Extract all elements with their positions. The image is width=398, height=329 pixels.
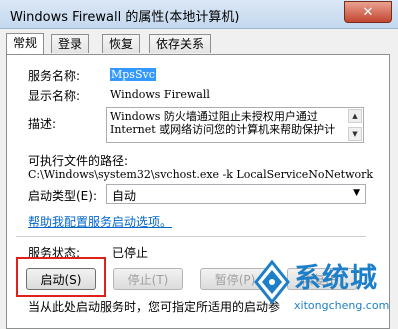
tab-general[interactable]: 常规 xyxy=(6,33,45,54)
service-status-value: 已停止 xyxy=(112,246,149,260)
display-name-value[interactable]: Windows Firewall xyxy=(110,88,210,101)
chevron-down-icon: ▼ xyxy=(353,188,360,198)
tab-logon[interactable]: 登录 xyxy=(51,34,90,53)
description-box[interactable]: Windows 防火墙通过阻止未授权用户通过 Internet 或网络访问您的计… xyxy=(106,107,364,143)
divider xyxy=(16,236,366,237)
display-name-label: 显示名称: xyxy=(28,89,81,103)
description-line-2: Internet 或网络访问您的计算机来帮助保护计 xyxy=(110,123,336,136)
watermark: 系统城 xitongcheng.com xyxy=(252,258,398,323)
stop-button[interactable]: 停止(T) xyxy=(113,268,183,290)
footer-hint-text: 当从此处启动服务时，您可指定所适用的启动参 xyxy=(28,300,281,314)
watermark-url: xitongcheng.com xyxy=(294,299,390,312)
window-title: Windows Firewall 的属性(本地计算机) xyxy=(10,10,240,25)
description-line-1: Windows 防火墙通过阻止未授权用户通过 xyxy=(110,110,318,123)
scroll-down-icon[interactable]: ▼ xyxy=(348,127,362,141)
title-bar: Windows Firewall 的属性(本地计算机) ✕ xyxy=(0,0,398,29)
exe-path-value[interactable]: C:\Windows\system32\svchost.exe -k Local… xyxy=(28,168,373,181)
scroll-up-icon[interactable]: ▲ xyxy=(348,109,362,123)
help-configure-link[interactable]: 帮助我配置服务启动选项。 xyxy=(28,213,172,230)
tab-recovery[interactable]: 恢复 xyxy=(102,34,141,53)
watermark-text: 系统城 xyxy=(294,263,378,294)
service-name-label: 服务名称: xyxy=(28,69,81,83)
exe-path-label: 可执行文件的路径: xyxy=(28,154,129,168)
service-name-selection: MpsSvc xyxy=(110,68,156,81)
description-label: 描述: xyxy=(28,117,57,131)
xitongcheng-logo-icon xyxy=(254,259,290,305)
tab-dependencies[interactable]: 依存关系 xyxy=(149,34,212,53)
service-name-value[interactable]: MpsSvc xyxy=(110,68,156,81)
startup-type-select[interactable]: 自动 ▼ xyxy=(106,184,366,204)
close-button[interactable]: ✕ xyxy=(344,1,392,23)
startup-type-label: 启动类型(E): xyxy=(28,189,97,203)
startup-type-value: 自动 xyxy=(112,189,137,203)
close-icon: ✕ xyxy=(362,4,374,20)
start-button[interactable]: 启动(S) xyxy=(26,268,96,290)
